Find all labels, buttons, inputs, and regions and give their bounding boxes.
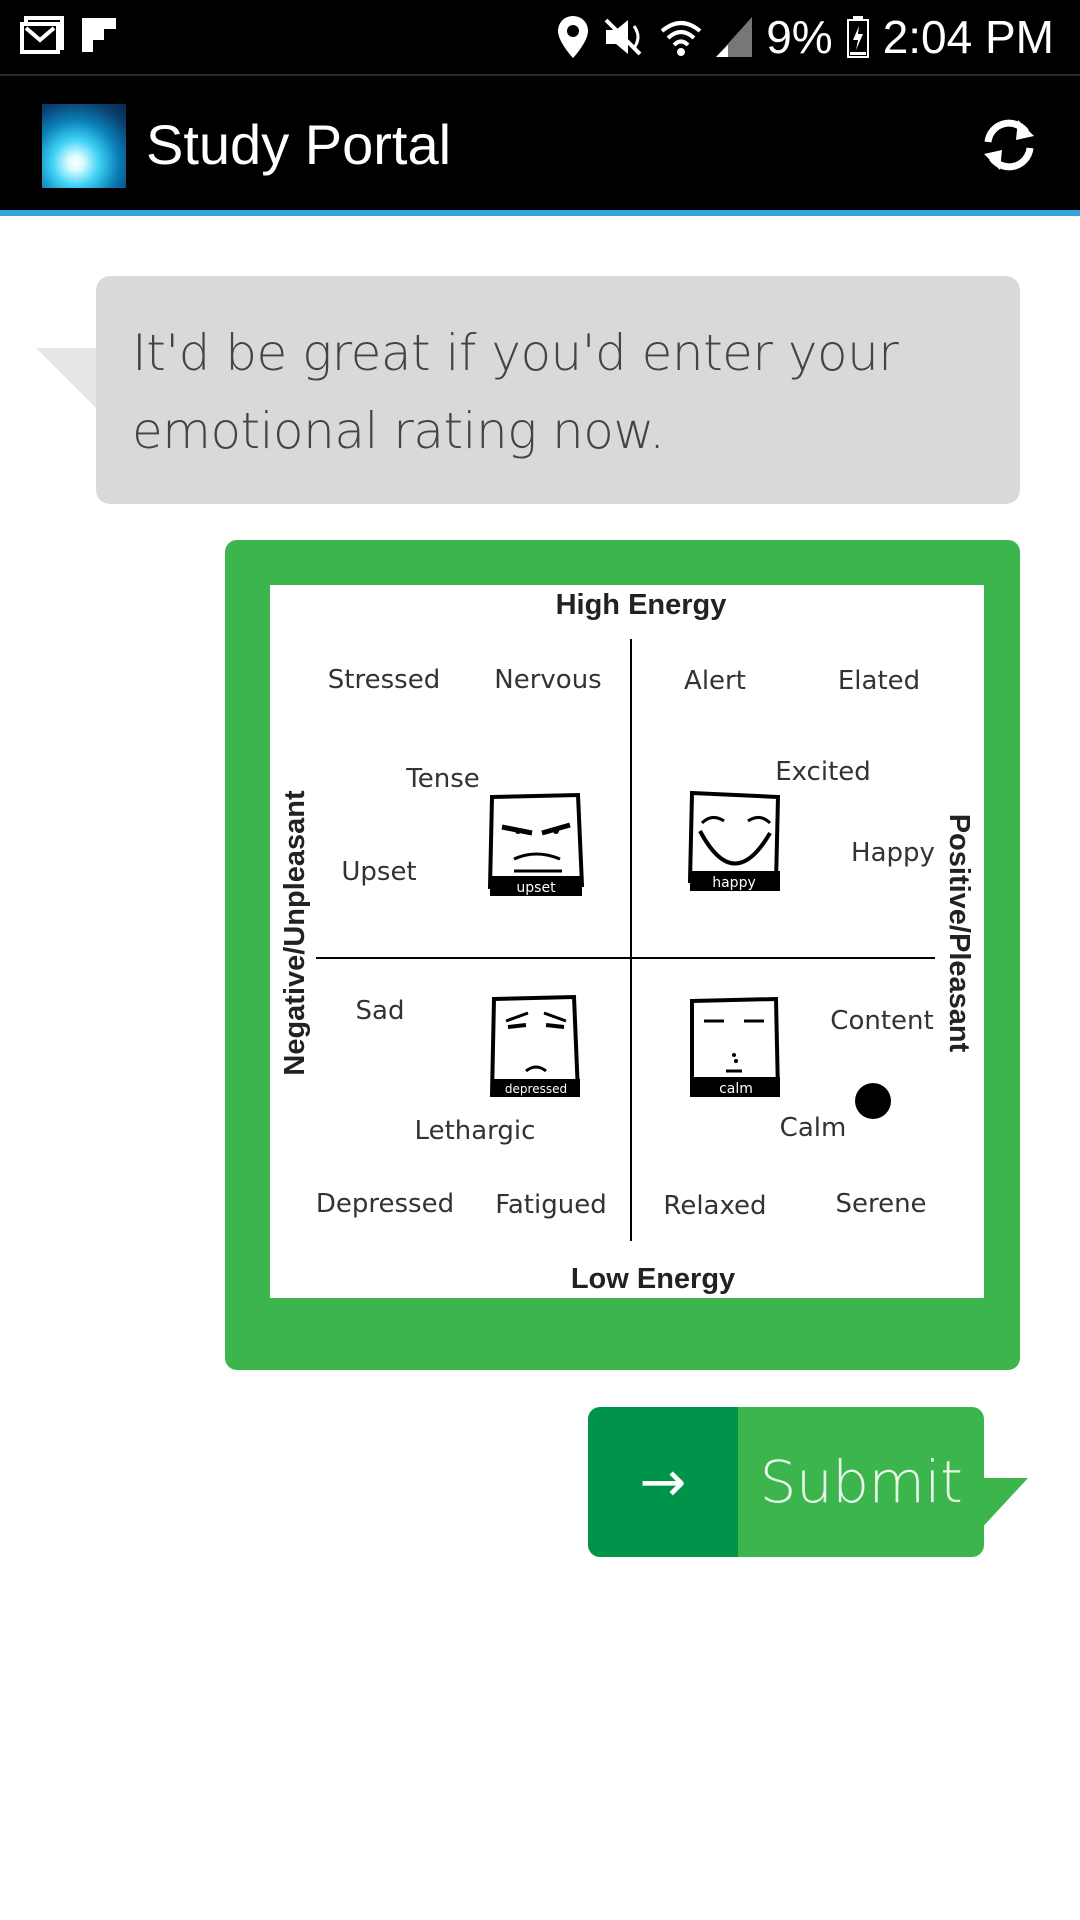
gmail-icon bbox=[20, 16, 64, 54]
submit-tail bbox=[978, 1478, 1028, 1532]
word-nervous: Nervous bbox=[494, 665, 601, 695]
depressed-face-icon: depressed bbox=[489, 994, 581, 1098]
right-axis-label: Positive/Pleasant bbox=[943, 814, 975, 1053]
word-elated: Elated bbox=[838, 666, 920, 696]
mood-grid-card: High Energy Low Energy Negative/Unpleasa… bbox=[225, 540, 1020, 1370]
battery-icon bbox=[846, 16, 869, 58]
word-lethargic: Lethargic bbox=[415, 1116, 536, 1146]
word-stressed: Stressed bbox=[328, 665, 440, 695]
refresh-icon[interactable] bbox=[978, 114, 1040, 176]
mute-icon bbox=[604, 18, 642, 56]
battery-percent: 9% bbox=[766, 11, 833, 63]
word-depressed: Depressed bbox=[316, 1189, 454, 1219]
status-bar: 9% 2:04 PM bbox=[0, 0, 1080, 74]
word-happy: Happy bbox=[851, 838, 935, 868]
word-calm: Calm bbox=[780, 1113, 847, 1143]
flipboard-icon bbox=[82, 18, 116, 52]
word-fatigued: Fatigued bbox=[495, 1190, 606, 1220]
depressed-face-label: depressed bbox=[505, 1082, 567, 1096]
word-excited: Excited bbox=[775, 757, 871, 787]
app-title: Study Portal bbox=[146, 113, 452, 176]
mood-grid-canvas[interactable]: High Energy Low Energy Negative/Unpleasa… bbox=[270, 585, 984, 1298]
selection-marker[interactable] bbox=[855, 1083, 891, 1119]
mood-grid[interactable]: High Energy Low Energy Negative/Unpleasa… bbox=[270, 585, 984, 1298]
left-axis-label: Negative/Unpleasant bbox=[279, 790, 311, 1076]
word-tense: Tense bbox=[405, 764, 479, 794]
system-icons: 9% 2:04 PM bbox=[558, 0, 1054, 74]
word-content: Content bbox=[830, 1006, 933, 1036]
signal-icon bbox=[716, 17, 753, 57]
chat-bubble-tail bbox=[36, 348, 98, 410]
upset-face-icon: upset bbox=[487, 792, 585, 896]
notification-icons bbox=[20, 16, 116, 54]
calm-face-icon: calm bbox=[690, 996, 781, 1098]
prompt-text: It'd be great if you'd enter your emotio… bbox=[132, 324, 899, 460]
word-serene: Serene bbox=[835, 1189, 926, 1219]
word-relaxed: Relaxed bbox=[663, 1191, 766, 1221]
top-axis-label: High Energy bbox=[556, 589, 727, 621]
happy-face-icon: happy bbox=[687, 790, 781, 891]
clock: 2:04 PM bbox=[882, 11, 1054, 63]
calm-face-label: calm bbox=[719, 1081, 753, 1097]
happy-face-label: happy bbox=[712, 875, 756, 891]
chat-bubble: It'd be great if you'd enter your emotio… bbox=[96, 276, 1020, 504]
app-bar-accent-line bbox=[0, 210, 1080, 216]
word-alert: Alert bbox=[684, 666, 746, 696]
upset-face-label: upset bbox=[516, 880, 556, 896]
word-upset: Upset bbox=[341, 857, 416, 887]
submit-button[interactable]: → Submit bbox=[588, 1407, 984, 1557]
app-bar: Study Portal bbox=[0, 74, 1080, 210]
arrow-right-icon[interactable]: → bbox=[588, 1407, 738, 1557]
location-icon bbox=[558, 16, 589, 58]
submit-label[interactable]: Submit bbox=[738, 1407, 984, 1557]
wifi-icon bbox=[660, 21, 702, 56]
bottom-axis-label: Low Energy bbox=[571, 1263, 735, 1295]
word-sad: Sad bbox=[356, 996, 405, 1026]
app-logo-icon bbox=[42, 104, 126, 188]
